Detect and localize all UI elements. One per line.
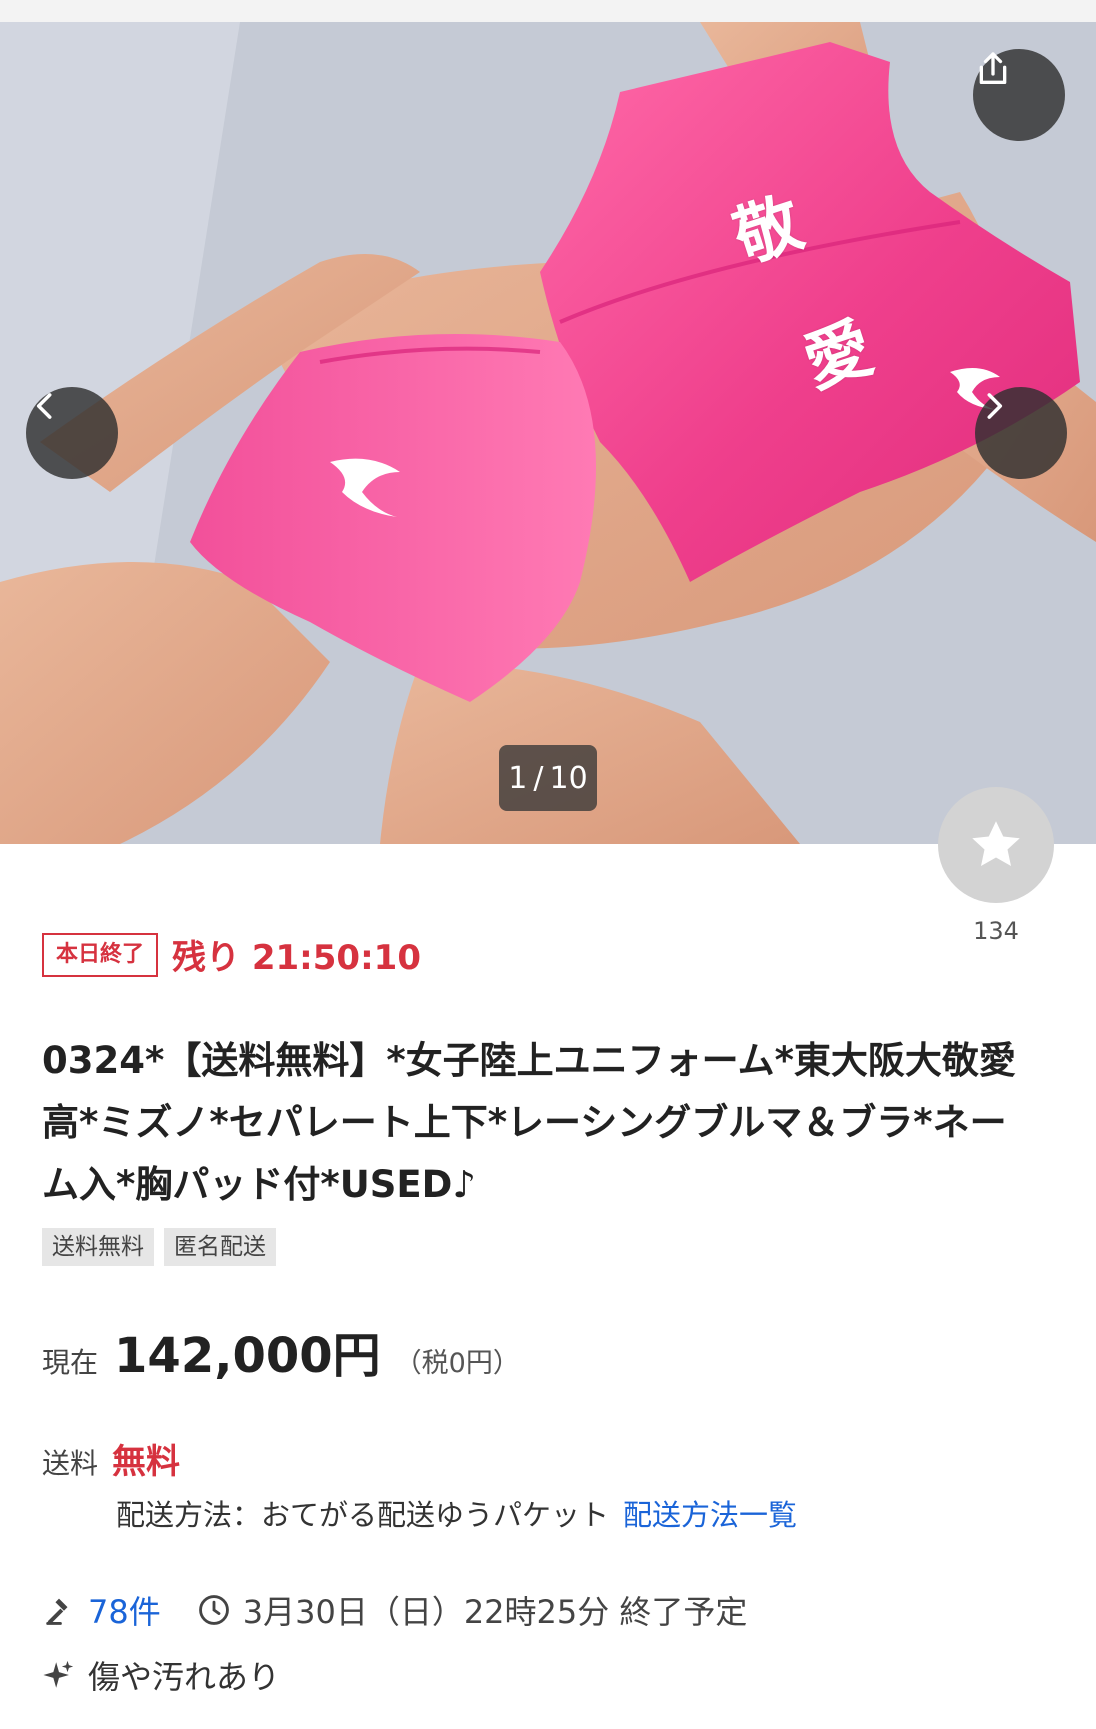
condition-row: 傷や汚れあり — [42, 1652, 280, 1698]
shipping-method-list-link[interactable]: 配送方法一覧 — [623, 1492, 797, 1534]
tag-list: 送料無料 匿名配送 — [42, 1228, 276, 1267]
next-image-button[interactable] — [975, 387, 1067, 479]
item-title: 0324*【送料無料】*女子陸上ユニフォーム*東大阪大敬愛高*ミズノ*セパレート… — [42, 1039, 1016, 1206]
shipping-label: 送料 — [42, 1447, 99, 1480]
price-row: 現在 142,000円 （税0円） — [42, 1316, 520, 1386]
tax-amount: （税0円） — [394, 1348, 520, 1379]
gavel-icon — [42, 1593, 76, 1627]
image-counter-total: 10 — [549, 760, 588, 796]
image-counter-current: 1 — [508, 760, 528, 796]
shipping-cost: 無料 — [112, 1442, 181, 1482]
product-photo-gallery[interactable]: 敬 愛 1 / 10 — [0, 22, 1096, 844]
sparkle-icon — [42, 1658, 76, 1692]
item-condition: 傷や汚れあり — [88, 1658, 281, 1696]
clock-icon — [197, 1593, 231, 1627]
bid-count-link[interactable]: 78件 — [88, 1587, 161, 1633]
share-button[interactable] — [973, 49, 1065, 141]
product-photo — [0, 22, 1096, 844]
top-bar — [0, 0, 1096, 23]
image-counter: 1 / 10 — [499, 745, 597, 811]
star-icon — [966, 815, 1026, 875]
meta-row: 78件 3月30日（日）22時25分 終了予定 — [42, 1587, 747, 1633]
shipping-method: 配送方法：おてがる配送ゆうパケット — [116, 1498, 610, 1532]
ending-row: 本日終了 残り 21:50:10 — [42, 930, 421, 979]
tag-free-shipping: 送料無料 — [42, 1228, 154, 1267]
shipping-row: 送料 無料 — [42, 1434, 180, 1483]
image-counter-separator: / — [533, 760, 544, 796]
tag-anonymous-shipping: 匿名配送 — [164, 1228, 276, 1267]
remaining-time: 残り 21:50:10 — [172, 938, 421, 978]
watchlist-button[interactable] — [938, 787, 1054, 903]
price-label: 現在 — [42, 1346, 99, 1379]
ending-today-badge: 本日終了 — [42, 932, 159, 977]
watch-count: 134 — [973, 917, 1019, 945]
current-price: 142,000円 — [114, 1328, 381, 1384]
previous-image-button[interactable] — [26, 387, 118, 479]
shipping-method-row: 配送方法：おてがる配送ゆうパケット 配送方法一覧 — [116, 1492, 797, 1534]
end-time: 3月30日（日）22時25分 終了予定 — [242, 1593, 748, 1631]
